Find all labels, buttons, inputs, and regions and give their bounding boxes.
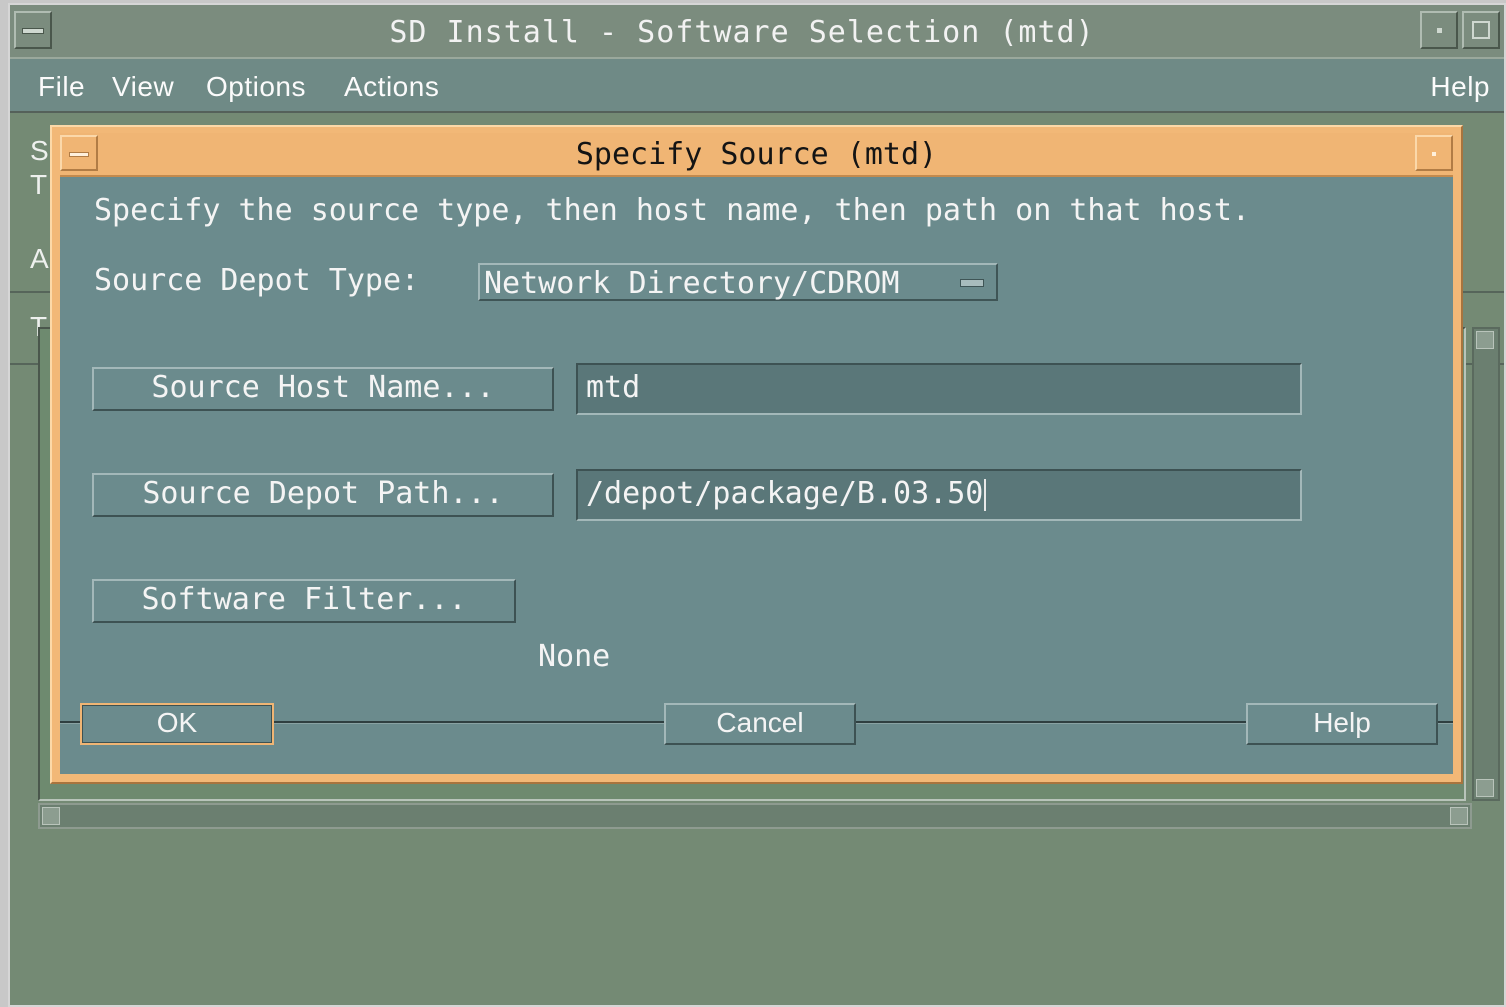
vertical-scrollbar[interactable] <box>1472 327 1500 801</box>
source-host-value: mtd <box>586 370 641 405</box>
software-filter-value: None <box>538 639 611 674</box>
partial-label-1: S <box>30 135 49 166</box>
partial-label-2: T <box>30 169 48 200</box>
source-host-name-button[interactable]: Source Host Name... <box>92 367 554 411</box>
dialog-minimize-button[interactable] <box>1415 135 1453 171</box>
dialog-content: Specify the source type, then host name,… <box>60 177 1453 774</box>
text-cursor <box>984 478 987 511</box>
specify-source-dialog: Specify Source (mtd) Specify the source … <box>50 125 1463 784</box>
scroll-down-arrow-icon[interactable] <box>1476 779 1494 797</box>
software-filter-button[interactable]: Software Filter... <box>92 579 516 623</box>
option-menu-icon <box>960 279 984 287</box>
dialog-title: Specify Source (mtd) <box>575 137 938 172</box>
menu-help[interactable]: Help <box>1430 71 1490 103</box>
depot-type-select[interactable]: Network Directory/CDROM <box>478 263 998 301</box>
menu-options[interactable]: Options <box>206 71 306 103</box>
minimize-button[interactable] <box>1420 11 1458 49</box>
menu-view[interactable]: View <box>112 71 174 103</box>
menu-file[interactable]: File <box>38 71 85 103</box>
window-title: SD Install - Software Selection (mtd) <box>389 15 1095 50</box>
instruction-text: Specify the source type, then host name,… <box>94 193 1250 228</box>
scroll-left-arrow-icon[interactable] <box>42 807 60 825</box>
menubar: File View Options Actions Help <box>10 59 1504 113</box>
scroll-up-arrow-icon[interactable] <box>1476 331 1494 349</box>
source-depot-path-field[interactable]: /depot/package/B.03.50 <box>576 469 1302 521</box>
dialog-menu-button[interactable] <box>60 135 98 171</box>
source-host-field[interactable]: mtd <box>576 363 1302 415</box>
dialog-titlebar[interactable]: Specify Source (mtd) <box>60 133 1453 177</box>
help-button[interactable]: Help <box>1246 703 1438 745</box>
maximize-icon <box>1472 21 1490 39</box>
minimize-icon <box>1432 152 1436 156</box>
minimize-icon <box>1437 28 1442 33</box>
menu-actions[interactable]: Actions <box>344 71 439 103</box>
ok-button[interactable]: OK <box>80 703 274 745</box>
source-depot-path-button[interactable]: Source Depot Path... <box>92 473 554 517</box>
main-titlebar[interactable]: SD Install - Software Selection (mtd) <box>10 5 1504 59</box>
depot-type-label: Source Depot Type: <box>94 263 420 298</box>
window-menu-icon <box>22 28 44 34</box>
maximize-button[interactable] <box>1462 11 1500 49</box>
window-menu-button[interactable] <box>14 11 52 49</box>
horizontal-scrollbar[interactable] <box>38 803 1472 829</box>
window-menu-icon <box>69 152 89 157</box>
partial-label-3: A <box>30 243 49 274</box>
depot-type-value: Network Directory/CDROM <box>484 266 900 301</box>
cancel-button[interactable]: Cancel <box>664 703 856 745</box>
source-depot-path-value: /depot/package/B.03.50 <box>586 476 984 511</box>
scroll-right-arrow-icon[interactable] <box>1450 807 1468 825</box>
